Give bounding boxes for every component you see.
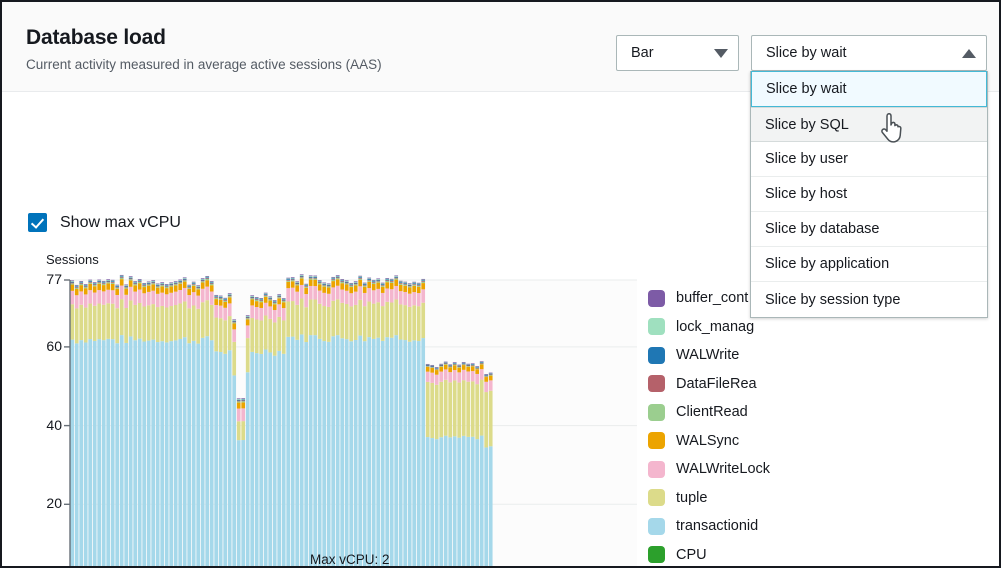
- legend-swatch-icon: [648, 318, 665, 335]
- legend-item-walwrite[interactable]: WALWrite: [648, 341, 848, 370]
- legend-label: transactionid: [676, 518, 758, 534]
- dropdown-option-slice-by-wait[interactable]: Slice by wait: [751, 71, 987, 107]
- dropdown-option-label: Slice by user: [765, 151, 848, 167]
- chart-type-value: Bar: [631, 45, 704, 61]
- legend-label: CPU: [676, 547, 707, 563]
- legend-item-walwritelock[interactable]: WALWriteLock: [648, 455, 848, 484]
- legend-label: ClientRead: [676, 404, 748, 420]
- legend-swatch-icon: [648, 489, 665, 506]
- legend-item-datafilerea[interactable]: DataFileRea: [648, 370, 848, 399]
- legend-swatch-icon: [648, 518, 665, 535]
- legend-label: DataFileRea: [676, 376, 757, 392]
- slice-by-select[interactable]: Slice by wait: [751, 35, 987, 71]
- page-title: Database load: [26, 26, 166, 50]
- legend-label: WALSync: [676, 433, 739, 449]
- y-axis-tick-label: 77: [22, 271, 62, 287]
- slice-by-dropdown-menu[interactable]: Slice by wait Slice by SQL Slice by user Sl…: [750, 71, 988, 318]
- legend-item-tuple[interactable]: tuple: [648, 484, 848, 513]
- legend-item-transactionid[interactable]: transactionid: [648, 512, 848, 541]
- legend-swatch-icon: [648, 432, 665, 449]
- dropdown-option-slice-by-session-type[interactable]: Slice by session type: [751, 282, 987, 317]
- dropdown-option-slice-by-application[interactable]: Slice by application: [751, 247, 987, 282]
- legend-item-walsync[interactable]: WALSync: [648, 427, 848, 456]
- dropdown-option-label: Slice by session type: [765, 292, 900, 308]
- chart-legend: buffer_cont lock_manag WALWrite DataFileRea…: [648, 284, 848, 568]
- slice-by-value: Slice by wait: [766, 45, 952, 61]
- chevron-down-icon: [714, 49, 728, 58]
- dropdown-option-label: Slice by database: [765, 221, 879, 237]
- max-vcpu-annotation: Max vCPU: 2: [310, 552, 390, 567]
- page-subtitle: Current activity measured in average act…: [26, 57, 382, 72]
- chevron-up-icon: [962, 49, 976, 58]
- legend-swatch-icon: [648, 375, 665, 392]
- legend-label: buffer_cont: [676, 290, 748, 306]
- dropdown-option-label: Slice by SQL: [765, 117, 849, 133]
- legend-swatch-icon: [648, 461, 665, 478]
- legend-label: WALWrite: [676, 347, 739, 363]
- dropdown-option-label: Slice by application: [765, 256, 889, 272]
- legend-item-cpu[interactable]: CPU: [648, 541, 848, 568]
- legend-label: WALWriteLock: [676, 461, 770, 477]
- legend-label: tuple: [676, 490, 707, 506]
- dropdown-option-label: Slice by wait: [766, 81, 847, 97]
- database-load-panel: Database load Current activity measured …: [0, 0, 1001, 568]
- legend-item-clientread[interactable]: ClientRead: [648, 398, 848, 427]
- chart-type-select[interactable]: Bar: [616, 35, 739, 71]
- legend-swatch-icon: [648, 347, 665, 364]
- y-axis-tick-label: 20: [22, 495, 62, 511]
- legend-swatch-icon: [648, 290, 665, 307]
- legend-swatch-icon: [648, 404, 665, 421]
- dropdown-option-slice-by-host[interactable]: Slice by host: [751, 177, 987, 212]
- dropdown-option-slice-by-sql[interactable]: Slice by SQL: [751, 107, 987, 142]
- dropdown-option-slice-by-user[interactable]: Slice by user: [751, 142, 987, 177]
- y-axis-tick-label: 60: [22, 338, 62, 354]
- legend-label: lock_manag: [676, 319, 754, 335]
- dropdown-option-slice-by-database[interactable]: Slice by database: [751, 212, 987, 247]
- y-axis-tick-label: 40: [22, 417, 62, 433]
- dropdown-option-label: Slice by host: [765, 186, 847, 202]
- legend-swatch-icon: [648, 546, 665, 563]
